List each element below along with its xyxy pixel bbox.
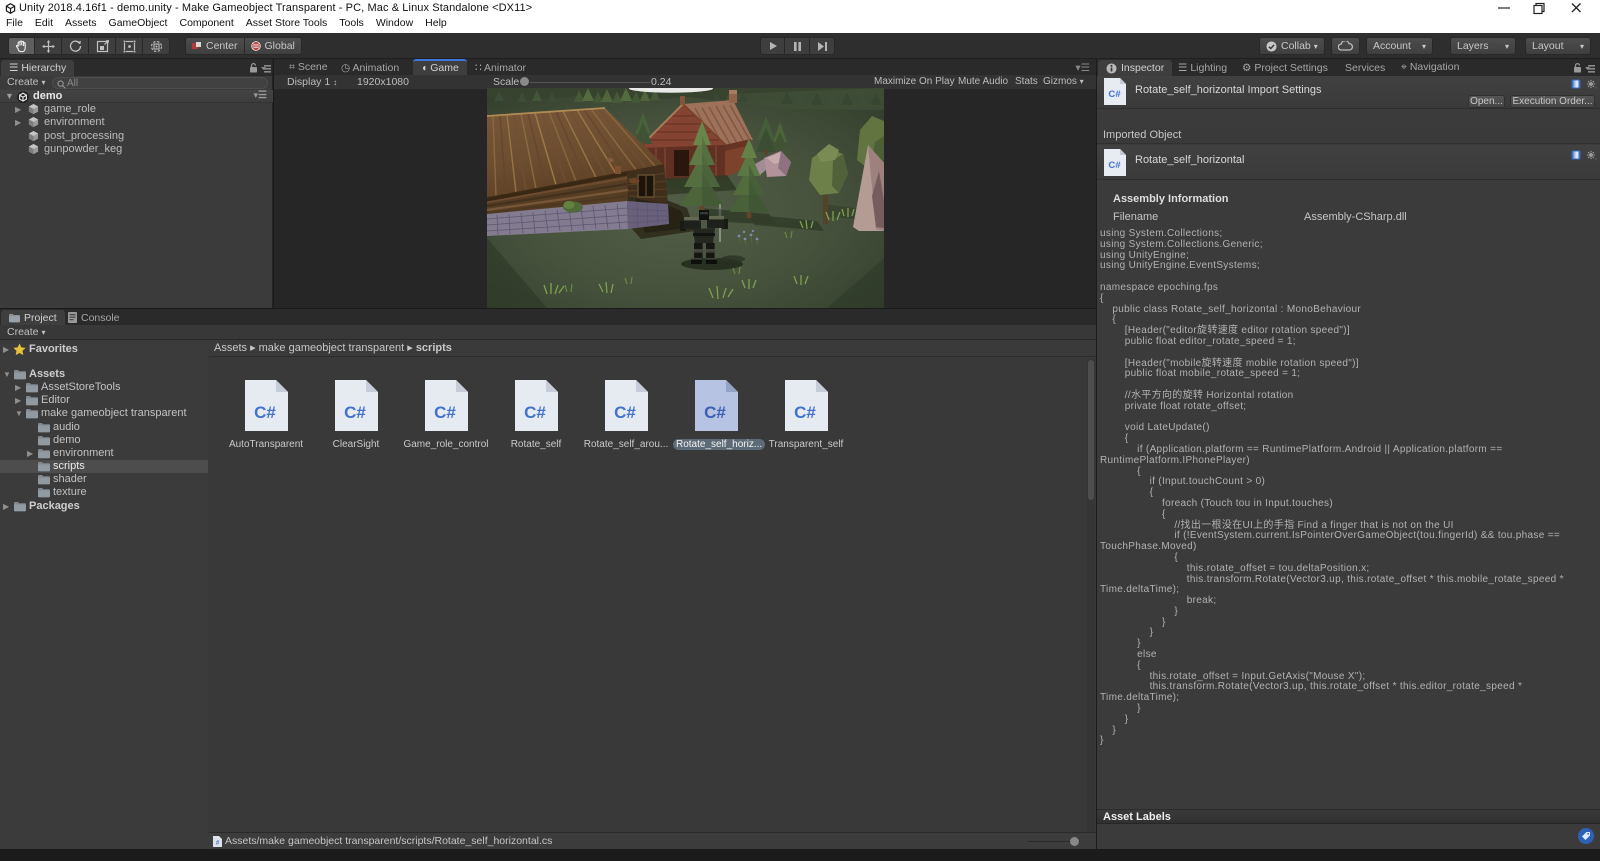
svg-text:C#: C# <box>704 403 726 422</box>
svg-text:C#: C# <box>344 403 366 422</box>
svg-text:C#: C# <box>524 403 546 422</box>
svg-text:C#: C# <box>1108 160 1121 171</box>
svg-text:C#: C# <box>1108 89 1121 100</box>
svg-text:C#: C# <box>434 403 456 422</box>
svg-text:C#: C# <box>254 403 276 422</box>
svg-text:C#: C# <box>794 403 816 422</box>
svg-text:C#: C# <box>614 403 636 422</box>
